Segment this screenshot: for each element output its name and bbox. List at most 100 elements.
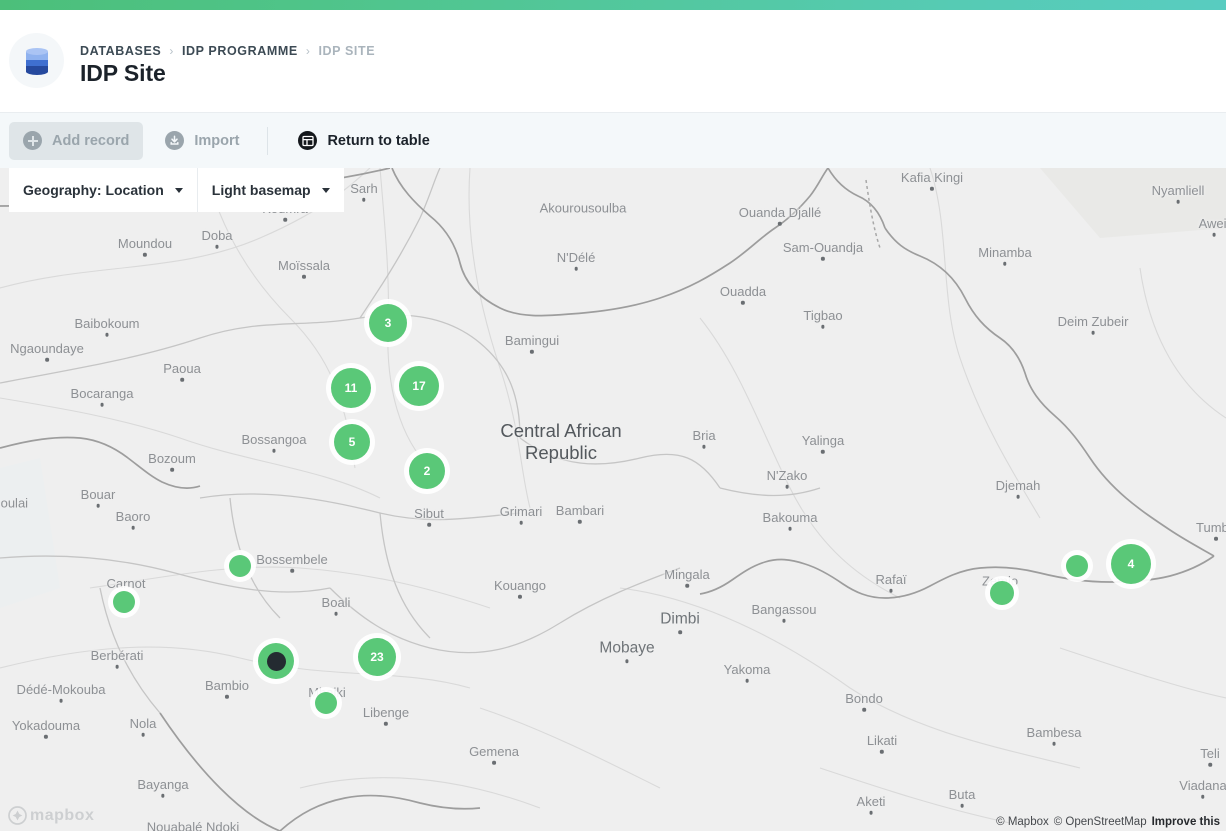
map-marker-point[interactable] [113,591,135,613]
map-canvas[interactable]: SarhKoumraAkourousoulbaOuanda DjalléKafi… [0,168,1226,831]
map-place-name: Buta [949,787,976,802]
map-place-name: Bossangoa [241,432,306,447]
import-button[interactable]: Import [151,122,253,160]
map-marker-cluster[interactable]: 23 [358,638,396,676]
map-place-label: Aweil [1199,216,1226,237]
map-place-name: Sam-Ouandja [783,240,863,255]
map-marker-point[interactable] [990,581,1014,605]
map-place-name: Bozoum [148,451,196,466]
geography-select[interactable]: Geography: Location [9,168,198,212]
import-label: Import [194,133,239,149]
map-place-dot [96,504,100,508]
attribution-improve-link[interactable]: Improve this [1152,816,1220,828]
map-marker-count: 11 [345,381,358,395]
map-place-name: Bayanga [137,777,188,792]
map-place-label: Bambesa [1027,725,1082,746]
map-place-name: Grimari [500,504,543,519]
map-place-name: Sibut [414,506,444,521]
breadcrumb-item-idp-site: IDP SITE [318,44,375,58]
map-place-dot [215,245,219,249]
map-place-dot [44,735,48,739]
map-marker-cluster[interactable]: 2 [409,453,445,489]
add-record-label: Add record [52,133,129,149]
map-place-label: Bozoum [148,451,196,472]
map-place-dot [105,333,109,337]
mapbox-logo-icon[interactable]: mapbox [8,806,94,825]
map-place-label: Kouango [494,578,546,599]
map-place-label: Akourousoulba [540,201,627,216]
map-place-name: Mobaye [599,639,654,657]
map-place-dot [960,804,964,808]
map-place-dot [143,253,147,257]
return-to-table-button[interactable]: Return to table [284,122,443,160]
map-place-label: Nyamliell [1152,183,1205,204]
map-place-label: Ouadda [720,284,766,305]
map-place-name: Gemena [469,744,519,759]
table-circle-icon [298,131,317,150]
map-place-label: Paoua [163,361,201,382]
map-place-label: Bambio [205,678,249,699]
map-place-name: Nyamliell [1152,183,1205,198]
map-place-dot [283,218,287,222]
map-place-name: Berbérati [91,648,144,663]
map-place-name: Moïssala [278,258,330,273]
map-place-name: Bocaranga [71,386,134,401]
map-place-name: Moundou [118,236,172,251]
import-circle-icon [165,131,184,150]
attribution-mapbox[interactable]: © Mapbox [996,816,1049,828]
map-place-label: Dimbi [660,610,700,634]
breadcrumb-item-idp-programme[interactable]: IDP PROGRAMME [182,44,298,58]
map-marker-cluster[interactable]: 11 [331,368,371,408]
map-marker-cluster[interactable]: 4 [1111,544,1151,584]
map-place-name: Bouar [81,487,116,502]
map-place-name: Bria [692,428,715,443]
map-place-label: Minamba [978,245,1031,266]
map-place-label: Doba [201,228,232,249]
map-place-name: Yakoma [724,662,771,677]
chevron-down-icon [322,188,330,193]
map-place-name: N'Zako [767,468,808,483]
map-place-dot [272,449,276,453]
map-place-dot [578,520,582,524]
map-marker-point[interactable] [229,555,251,577]
map-place-name: Bondo [845,691,883,706]
map-place-dot [362,198,366,202]
map-place-name: Boali [322,595,351,610]
map-place-label: Ouanda Djallé [739,205,821,226]
map-place-label: Yakoma [724,662,771,683]
add-record-button[interactable]: Add record [9,122,143,160]
basemap-select-label: Light basemap [212,182,311,198]
map-marker-cluster[interactable]: 5 [334,424,370,460]
map-place-dot [1176,200,1180,204]
map-place-label: Buta [949,787,976,808]
map-place-dot [115,665,119,669]
map-place-name: Baoro [116,509,151,524]
map-place-name: Bambio [205,678,249,693]
map-place-name: Doba [201,228,232,243]
map-place-dot [1052,742,1056,746]
map-place-name: Bamingui [505,333,559,348]
map-marker-count: 2 [424,464,431,478]
map-place-label: Bayanga [137,777,188,798]
map-marker-count: 17 [412,379,425,393]
breadcrumb-item-databases[interactable]: DATABASES [80,44,161,58]
map-place-label: Bondo [845,691,883,712]
map-marker-point[interactable] [315,692,337,714]
map-marker-selected[interactable] [258,643,294,679]
map-place-name: Aketi [857,794,886,809]
map-place-name: Kouango [494,578,546,593]
map-marker-selected-core [267,652,286,671]
map-marker-cluster[interactable]: 17 [399,366,439,406]
mapbox-mark-icon [8,806,27,825]
map-place-name: Ouadda [720,284,766,299]
map-place-label: Moundou [118,236,172,257]
map-place-dot [678,630,682,634]
map-place-name: Paoua [163,361,201,376]
map-marker-cluster[interactable]: 3 [369,304,407,342]
map-place-label: Bossangoa [241,432,306,453]
map-place-name: Yalinga [802,433,844,448]
basemap-select[interactable]: Light basemap [198,168,344,212]
geography-select-label: Geography: Location [23,182,164,198]
map-marker-point[interactable] [1066,555,1088,577]
attribution-osm[interactable]: © OpenStreetMap [1054,816,1147,828]
